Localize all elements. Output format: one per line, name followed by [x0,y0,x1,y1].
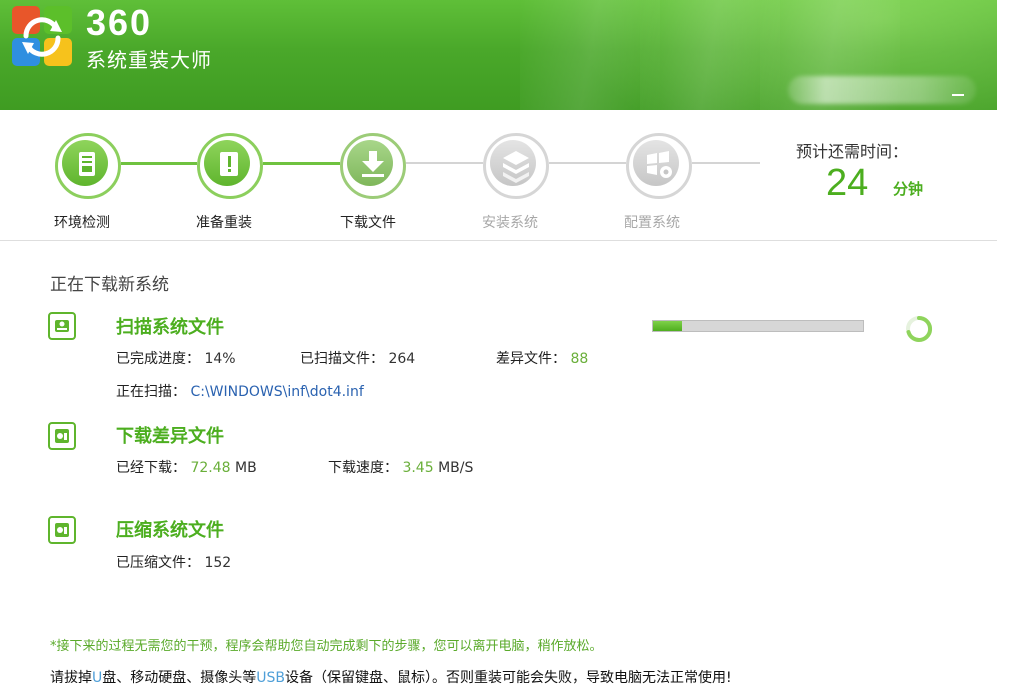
step-configure-system [626,133,692,199]
blurred-account-area [788,76,976,104]
step-download-files [340,133,406,199]
download-diff-icon [48,422,76,450]
download-speed-label: 下载速度： [328,460,398,476]
scanned-files-value: 264 [388,351,416,367]
layers-icon [503,151,529,183]
downloaded-value: 72.48 [190,460,231,476]
progress-steps: 环境检测 准备重装 下载文件 安装系统 配置系统 预计还需时间： 24 分钟 [0,110,997,241]
360-logo-icon [12,6,72,66]
windows-gear-icon [647,151,672,178]
scan-progress-fill [653,321,683,331]
alert-document-icon [220,152,238,176]
loading-spinner-icon [906,315,933,342]
downloaded-row: 已经下载： 72.48 MB [116,457,257,477]
diff-files-row: 差异文件： 88 [496,348,588,368]
eta-unit: 分钟 [893,180,924,198]
warning-part-1: 请拔掉 [50,670,92,686]
warning-usb: USB [256,670,285,686]
warning-part-2: 盘、移动硬盘、摄像头等 [102,670,257,686]
diff-files-label: 差异文件： [496,351,566,367]
scan-progress-label: 已完成进度： [116,351,200,367]
warning-note: 请拔掉U盘、移动硬盘、摄像头等USB设备（保留键盘、鼠标）。否则重装可能会失败，… [50,667,732,687]
compress-icon [48,516,76,544]
step-label-configure-system: 配置系统 [624,215,680,231]
eta-value: 24 [826,162,869,204]
compressed-label: 已压缩文件： [116,555,200,571]
compress-title: 压缩系统文件 [116,520,224,541]
brand-number: 360 [86,2,153,43]
scan-progress-bar [652,320,864,332]
header-banner: 360 系统重装大师 [0,0,997,110]
scan-progress-value: 14% [204,351,236,367]
document-icon [79,152,95,176]
warning-u: U [92,670,103,686]
scan-title: 扫描系统文件 [116,317,224,338]
step-install-system [483,133,549,199]
brand-name: 系统重装大师 [86,48,212,72]
download-arrow-icon [362,151,384,177]
scan-progress-row: 已完成进度： 14% [116,348,236,368]
page-margin [997,0,1024,696]
installer-window: 360 系统重装大师 环境检测 准备重装 下载文件 安装系统 配置系统 预计还需… [0,0,997,696]
step-environment-check [55,133,121,199]
eta-label: 预计还需时间： [796,142,909,161]
step-prepare-reinstall [197,133,263,199]
current-scan-row: 正在扫描： C:\WINDOWS\inf\dot4.inf [116,381,364,401]
downloaded-unit: MB [235,460,257,476]
section-title: 正在下载新系统 [50,275,169,295]
minimize-button[interactable] [952,94,964,96]
compressed-value: 152 [204,555,232,571]
download-title: 下载差异文件 [116,426,224,447]
downloaded-label: 已经下载： [116,460,186,476]
step-label-prepare-reinstall: 准备重装 [196,215,252,231]
scanned-files-label: 已扫描文件： [300,351,384,367]
disk-scan-icon [48,312,76,340]
step-label-environment-check: 环境检测 [54,215,110,231]
step-label-install-system: 安装系统 [482,215,538,231]
diff-files-value: 88 [570,351,589,367]
download-speed-value: 3.45 [402,460,434,476]
download-speed-unit: MB/S [438,460,474,476]
scanned-files-row: 已扫描文件： 264 [300,348,415,368]
current-scan-path: C:\WINDOWS\inf\dot4.inf [190,384,364,400]
compressed-row: 已压缩文件： 152 [116,552,231,572]
step-label-download-files: 下载文件 [340,215,396,231]
hint-note: *接下来的过程无需您的干预，程序会帮助您自动完成剩下的步骤，您可以离开电脑，稍作… [50,639,603,654]
current-scan-label: 正在扫描： [116,384,186,400]
download-speed-row: 下载速度： 3.45 MB/S [328,457,473,477]
warning-part-3: 设备（保留键盘、鼠标）。否则重装可能会失败，导致电脑无法正常使用! [285,670,732,686]
